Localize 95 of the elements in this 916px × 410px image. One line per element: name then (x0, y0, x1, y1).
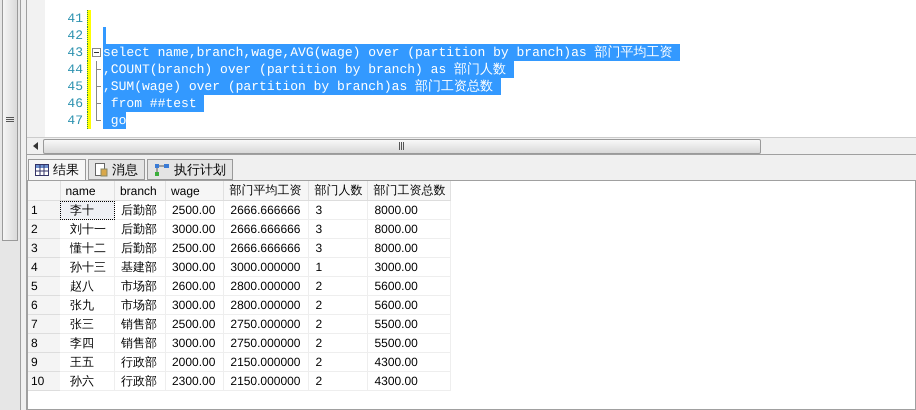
table-cell: 5500.00 (368, 334, 451, 352)
table-cell: 3000.00 (166, 296, 224, 314)
result-tab[interactable]: 消息 (88, 159, 145, 180)
line-number: 44 (66, 62, 84, 77)
table-cell: 李十 (60, 200, 114, 220)
table-cell: 张九 (60, 296, 114, 314)
column-header[interactable]: branch (114, 181, 166, 200)
table-cell: 2666.666666 (224, 220, 309, 238)
table-cell: 孙六 (60, 372, 114, 390)
line-number: 47 (66, 113, 84, 128)
collapse-icon[interactable] (92, 48, 101, 57)
table-cell: 2150.000000 (224, 352, 309, 372)
table-cell: 销售部 (114, 314, 166, 334)
table-cell: 2150.000000 (224, 372, 309, 390)
row-number[interactable]: 5 (28, 276, 60, 296)
table-cell: 5600.00 (368, 276, 451, 296)
row-number[interactable]: 1 (28, 200, 60, 220)
table-cell: 2750.000000 (224, 334, 309, 352)
document-icon (95, 162, 108, 176)
grid-icon (35, 164, 49, 176)
table-cell: 3000.00 (166, 220, 224, 238)
table-cell: 张三 (60, 314, 114, 334)
table-cell: 后勤部 (114, 220, 166, 238)
row-number[interactable]: 7 (28, 314, 60, 334)
table-cell: 王五 (60, 352, 114, 372)
row-number[interactable]: 6 (28, 296, 60, 314)
table-cell: 销售部 (114, 334, 166, 352)
table-cell: 2 (308, 372, 368, 390)
line-number: 42 (66, 28, 84, 43)
grip-icon (398, 142, 406, 150)
column-header[interactable]: wage (166, 181, 224, 200)
table-cell: 行政部 (114, 352, 166, 372)
table-cell: 1 (308, 258, 368, 276)
table-cell: 2666.666666 (224, 238, 309, 258)
line-number: 41 (66, 11, 84, 26)
column-header[interactable]: name (60, 181, 114, 200)
row-number[interactable]: 2 (28, 220, 60, 238)
row-number[interactable]: 8 (28, 334, 60, 352)
table-cell: 基建部 (114, 258, 166, 276)
table-cell: 3000.00 (368, 258, 451, 276)
row-number[interactable]: 3 (28, 238, 60, 258)
grip-icon (6, 116, 14, 124)
line-number: 43 (66, 45, 84, 60)
table-cell: 市场部 (114, 296, 166, 314)
table-cell: 2 (308, 334, 368, 352)
table-cell: 2 (308, 352, 368, 372)
table-cell: 3000.00 (166, 334, 224, 352)
table-cell: 2500.00 (166, 238, 224, 258)
column-header[interactable]: 部门人数 (308, 181, 368, 200)
table-cell: 2800.000000 (224, 276, 309, 296)
scroll-left-icon[interactable] (33, 142, 39, 150)
table-cell: 后勤部 (114, 238, 166, 258)
table-cell: 4300.00 (368, 352, 451, 372)
table-cell: 2750.000000 (224, 314, 309, 334)
table-cell: 3 (308, 200, 368, 220)
table-cell: 2800.000000 (224, 296, 309, 314)
table-cell: 8000.00 (368, 238, 451, 258)
table-cell: 8000.00 (368, 220, 451, 238)
table-cell: 3 (308, 220, 368, 238)
table-cell: 2 (308, 314, 368, 334)
column-header[interactable]: 部门工资总数 (368, 181, 451, 200)
table-cell: 3000.00 (166, 258, 224, 276)
table-cell: 3 (308, 238, 368, 258)
table-cell: 8000.00 (368, 200, 451, 220)
row-number[interactable]: 9 (28, 352, 60, 372)
table-cell: 2 (308, 276, 368, 296)
column-header[interactable]: 部门平均工资 (224, 181, 309, 200)
table-cell: 赵八 (60, 276, 114, 296)
row-number[interactable]: 4 (28, 258, 60, 276)
plan-icon (154, 162, 170, 176)
table-cell: 4300.00 (368, 372, 451, 390)
table-cell: 市场部 (114, 276, 166, 296)
table-cell: 刘十一 (60, 220, 114, 238)
table-cell: 2 (308, 296, 368, 314)
line-number: 45 (66, 79, 84, 94)
row-number[interactable]: 10 (28, 372, 60, 390)
table-cell: 2500.00 (166, 200, 224, 220)
table-cell: 李四 (60, 334, 114, 352)
table-cell: 2600.00 (166, 276, 224, 296)
table-cell: 5600.00 (368, 296, 451, 314)
table-cell: 懂十二 (60, 238, 114, 258)
result-tab[interactable]: 结果 (28, 159, 86, 180)
table-cell: 2666.666666 (224, 200, 309, 220)
table-cell: 行政部 (114, 372, 166, 390)
table-cell: 2500.00 (166, 314, 224, 334)
scrollbar-thumb[interactable] (43, 138, 761, 154)
table-cell: 后勤部 (114, 200, 166, 220)
line-number: 46 (66, 96, 84, 111)
scrollbar[interactable] (0, 0, 21, 410)
table-cell: 3000.000000 (224, 258, 309, 276)
table-cell: 5500.00 (368, 314, 451, 334)
result-tab[interactable]: 执行计划 (147, 159, 233, 180)
table-cell: 2300.00 (166, 372, 224, 390)
table-cell: 2000.00 (166, 352, 224, 372)
table-cell: 孙十三 (60, 258, 114, 276)
